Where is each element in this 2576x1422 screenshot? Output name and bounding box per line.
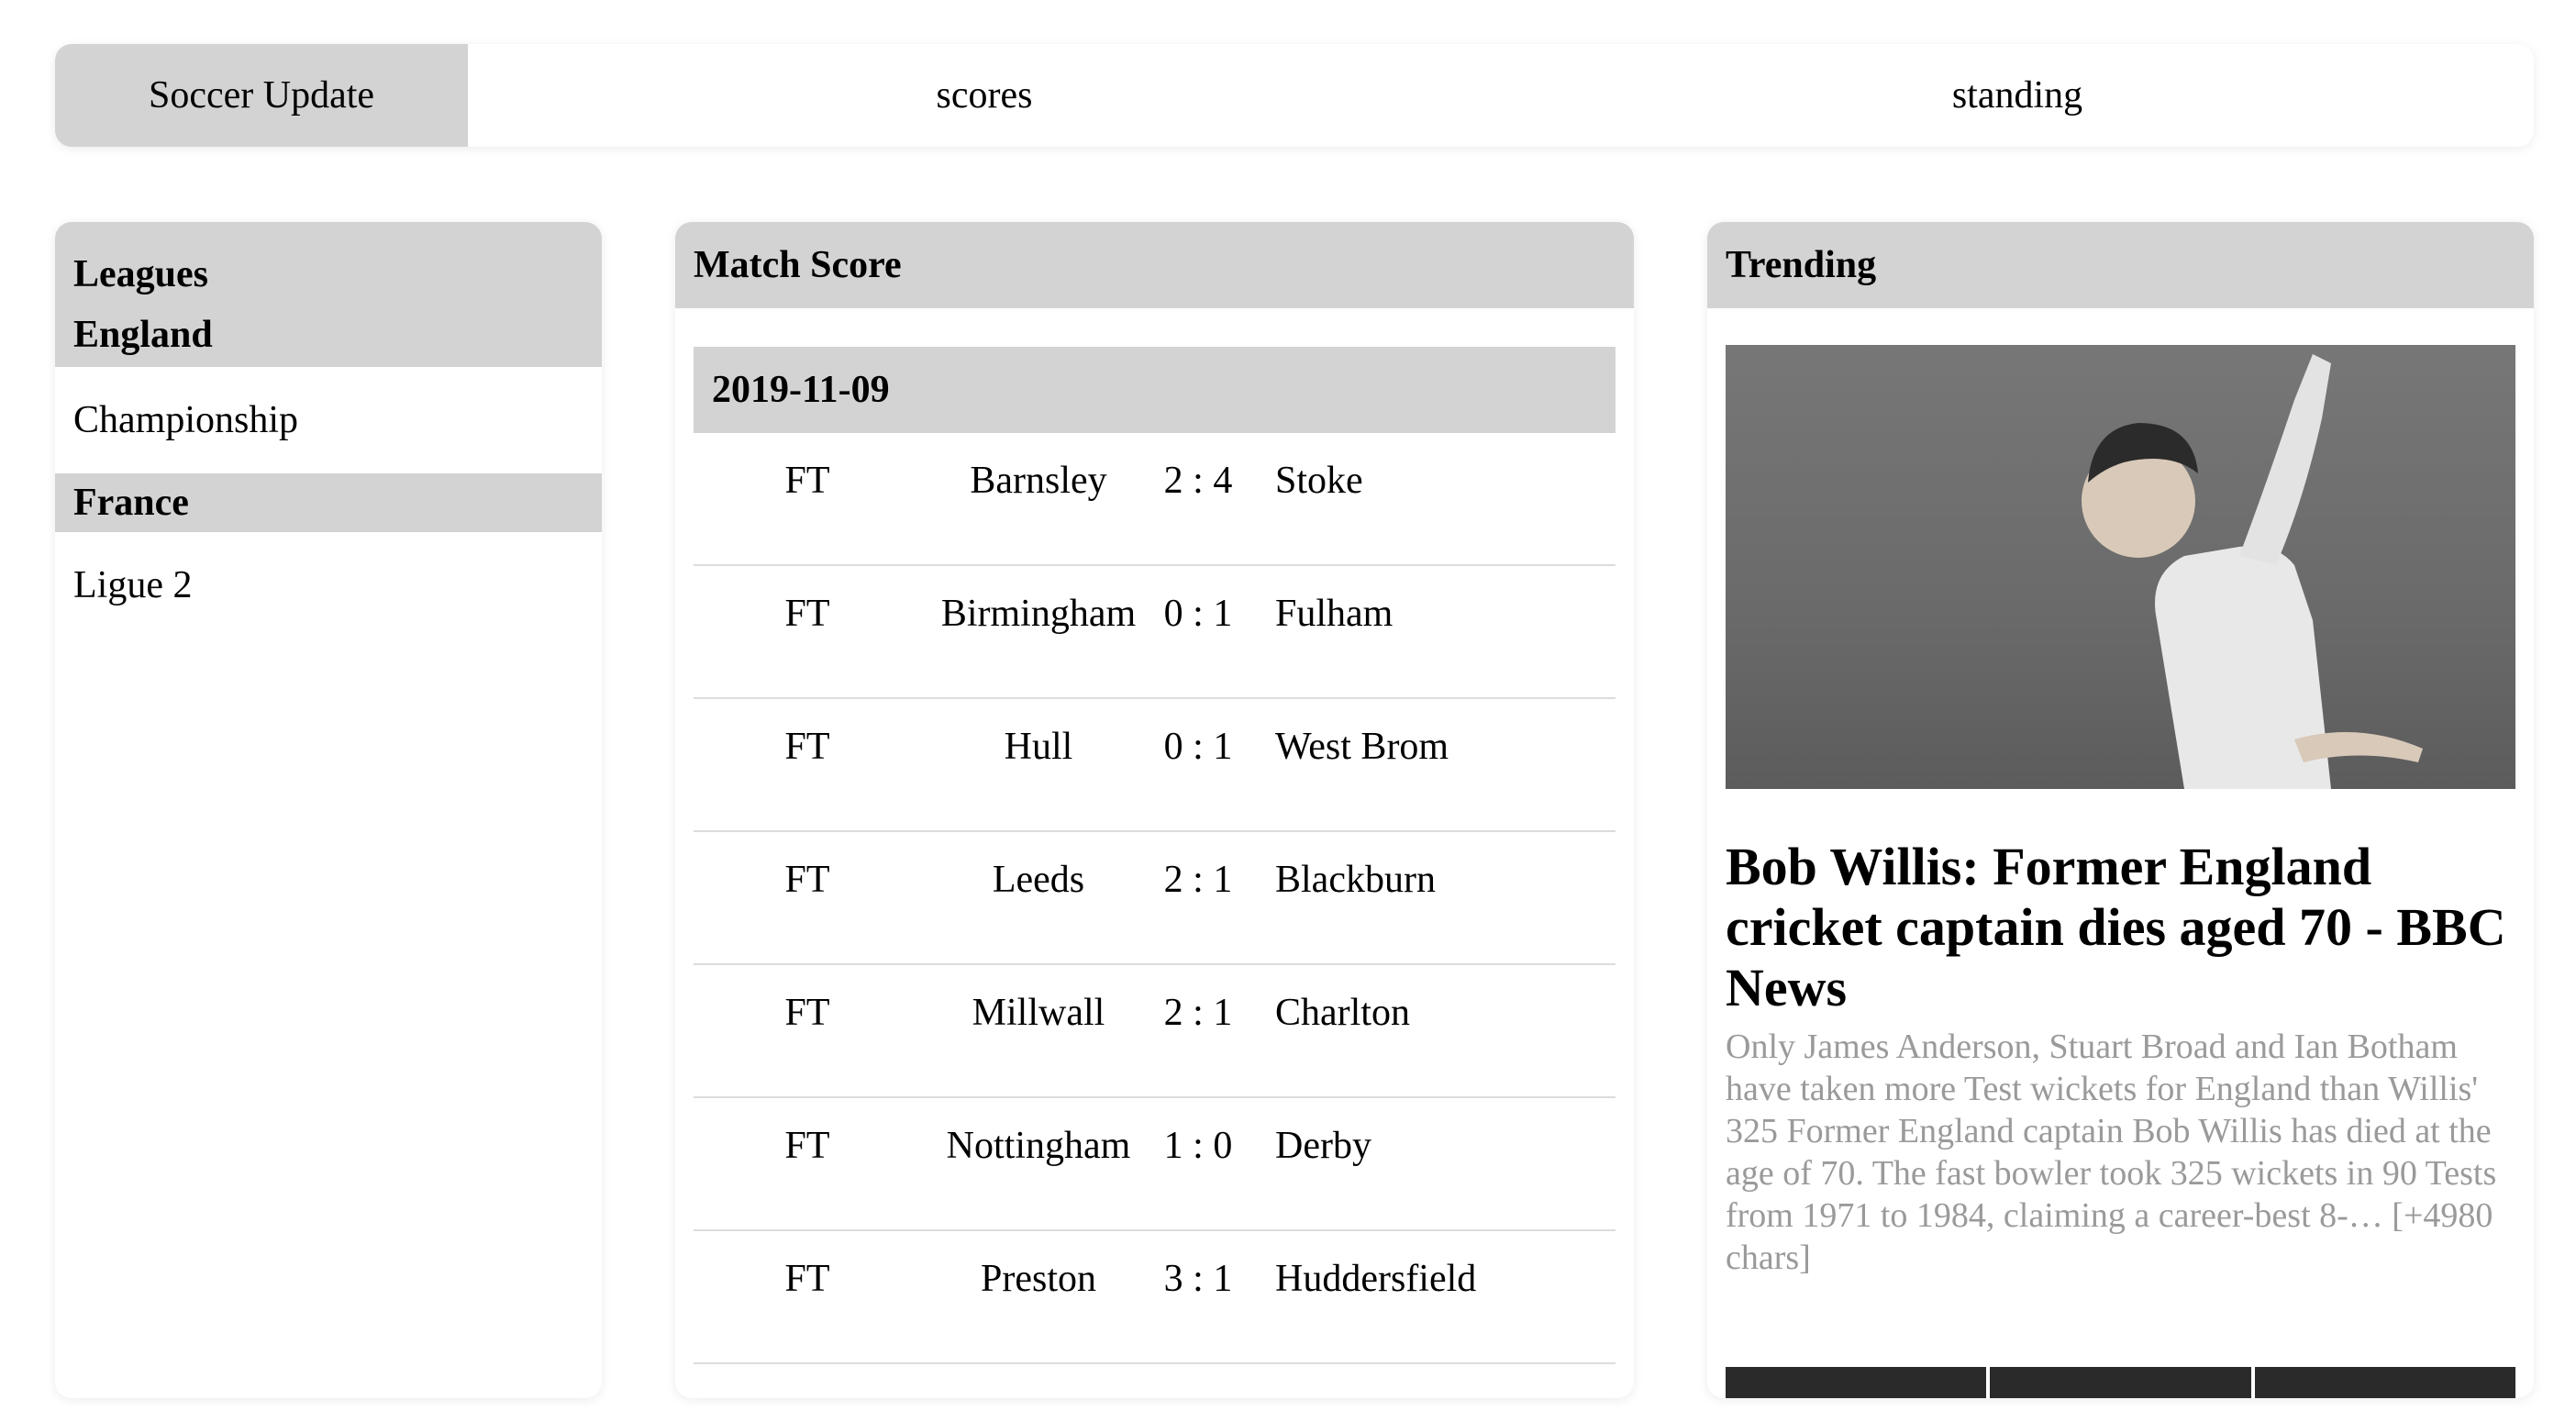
match-status: FT bbox=[784, 992, 830, 1034]
match-row[interactable]: FT Millwall 2 : 1 Charlton bbox=[694, 965, 1616, 1098]
brand-link[interactable]: Soccer Update bbox=[55, 44, 468, 147]
home-team: Leeds bbox=[992, 859, 1085, 901]
match-status: FT bbox=[784, 593, 830, 635]
away-team: Derby bbox=[1275, 1125, 1371, 1167]
match-row[interactable]: FT Barnsley 2 : 4 Stoke bbox=[694, 433, 1616, 566]
trending-title: Trending bbox=[1707, 222, 2534, 308]
match-score: 3 : 1 bbox=[1163, 1258, 1233, 1300]
match-row[interactable]: FT Leeds 2 : 1 Blackburn bbox=[694, 832, 1616, 965]
home-team: Millwall bbox=[972, 992, 1105, 1034]
home-team: Preston bbox=[981, 1258, 1096, 1300]
leagues-header: Leagues England bbox=[55, 222, 602, 367]
match-score: 2 : 4 bbox=[1163, 460, 1233, 502]
away-team: Stoke bbox=[1275, 460, 1363, 502]
top-nav: Soccer Update scores standing bbox=[55, 44, 2534, 147]
match-list: FT Barnsley 2 : 4 Stoke FT Birmingham 0 : 1 Ful… bbox=[694, 433, 1616, 1364]
country-france: France bbox=[55, 473, 602, 532]
thumbnail-2[interactable] bbox=[1990, 1367, 2251, 1398]
article-description: Only James Anderson, Stuart Broad and Ia… bbox=[1726, 1028, 2497, 1277]
match-date: 2019-11-09 bbox=[694, 347, 1616, 433]
match-status: FT bbox=[784, 1258, 830, 1300]
match-status: FT bbox=[784, 460, 830, 502]
thumbnail-1[interactable] bbox=[1726, 1367, 1987, 1398]
match-score-title: Match Score bbox=[675, 222, 1634, 308]
home-team: Nottingham bbox=[946, 1125, 1131, 1167]
home-team: Barnsley bbox=[970, 460, 1107, 502]
match-status: FT bbox=[784, 726, 830, 768]
match-score: 0 : 1 bbox=[1163, 593, 1233, 635]
match-score: 2 : 1 bbox=[1163, 992, 1233, 1034]
match-status: FT bbox=[784, 1125, 830, 1167]
next-article-thumbnails[interactable] bbox=[1726, 1367, 2515, 1398]
trending-panel: Trending Bob Willis: Former England cric… bbox=[1707, 222, 2534, 1398]
match-row[interactable]: FT Hull 0 : 1 West Brom bbox=[694, 699, 1616, 832]
league-ligue-2[interactable]: Ligue 2 bbox=[55, 532, 602, 639]
match-row[interactable]: FT Birmingham 0 : 1 Fulham bbox=[694, 566, 1616, 699]
article-headline[interactable]: Bob Willis: Former England cricket capta… bbox=[1726, 837, 2515, 1018]
leagues-title: Leagues bbox=[73, 253, 208, 295]
home-team: Birmingham bbox=[940, 593, 1137, 635]
thumbnail-3[interactable] bbox=[2254, 1367, 2515, 1398]
match-score: 1 : 0 bbox=[1163, 1125, 1233, 1167]
home-team: Hull bbox=[1004, 726, 1073, 768]
match-score-panel: Match Score 2019-11-09 FT Barnsley 2 : 4 St… bbox=[675, 222, 1634, 1398]
country-england: England bbox=[73, 314, 213, 356]
away-team: Fulham bbox=[1275, 593, 1393, 635]
away-team: Huddersfield bbox=[1275, 1258, 1477, 1300]
league-championship[interactable]: Championship bbox=[55, 367, 602, 473]
away-team: Blackburn bbox=[1275, 859, 1436, 901]
nav-scores-link[interactable]: scores bbox=[468, 44, 1501, 147]
match-score: 0 : 1 bbox=[1163, 726, 1233, 768]
match-score: 2 : 1 bbox=[1163, 859, 1233, 901]
match-status: FT bbox=[784, 859, 830, 901]
nav-standing-link[interactable]: standing bbox=[1501, 44, 2534, 147]
away-team: Charlton bbox=[1275, 992, 1410, 1034]
match-row[interactable]: FT Nottingham 1 : 0 Derby bbox=[694, 1098, 1616, 1231]
leagues-panel: Leagues England Championship France Ligu… bbox=[55, 222, 602, 1398]
match-row[interactable]: FT Preston 3 : 1 Huddersfield bbox=[694, 1231, 1616, 1364]
away-team: West Brom bbox=[1275, 726, 1449, 768]
article-image[interactable] bbox=[1726, 345, 2515, 789]
